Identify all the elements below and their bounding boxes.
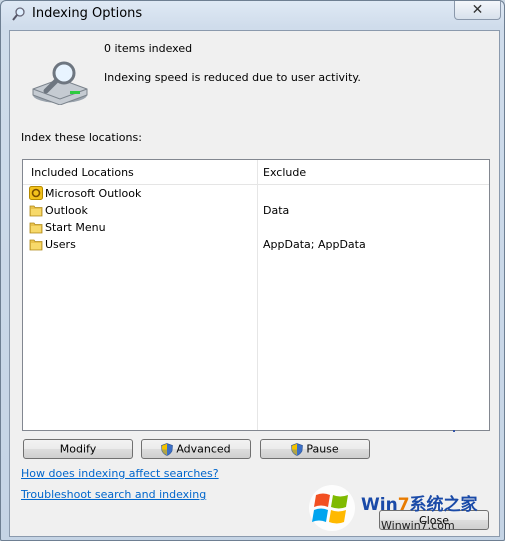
window-title: Indexing Options	[32, 6, 143, 21]
indexing-speed-message: Indexing speed is reduced due to user ac…	[104, 71, 361, 84]
troubleshoot-search-link[interactable]: Troubleshoot search and indexing	[21, 488, 206, 501]
items-indexed-count: 0 items indexed	[104, 42, 193, 55]
modify-label: Modify	[59, 442, 97, 456]
stray-pixel	[453, 430, 455, 432]
indexing-affect-searches-link[interactable]: How does indexing affect searches?	[21, 467, 219, 480]
site-watermark: Win7系统之家 Winwin7.com	[306, 483, 504, 539]
list-item-users[interactable]: Users AppData; AppData	[23, 236, 489, 253]
watermark-win: Win	[361, 495, 398, 515]
pause-label: Pause	[306, 442, 339, 456]
location-name: Start Menu	[45, 221, 106, 234]
outlook-icon	[29, 186, 43, 200]
watermark-brand: Win7系统之家	[361, 490, 478, 515]
list-item-microsoft-outlook[interactable]: Microsoft Outlook	[23, 185, 489, 202]
window-close-button[interactable]: ✕	[454, 1, 501, 20]
location-name: Users	[45, 238, 76, 251]
title-bar: Indexing Options ✕	[1, 1, 504, 27]
watermark-suffix: 系统之家	[409, 495, 478, 515]
advanced-button[interactable]: Advanced	[141, 439, 251, 459]
pause-button[interactable]: Pause	[260, 439, 370, 459]
column-header-included[interactable]: Included Locations	[31, 166, 134, 179]
watermark-seven: 7	[397, 495, 410, 515]
location-name: Outlook	[45, 204, 88, 217]
indexing-drive-icon	[32, 61, 88, 105]
list-item-start-menu[interactable]: Start Menu	[23, 219, 489, 236]
location-exclude: Data	[263, 204, 290, 217]
windows-logo-icon	[309, 485, 355, 531]
list-header: Included Locations Exclude	[23, 160, 489, 185]
search-magnifier-icon	[12, 7, 25, 21]
column-header-exclude[interactable]: Exclude	[263, 166, 306, 179]
indexing-options-window: Indexing Options ✕ 0 items indexed Index…	[0, 0, 505, 541]
location-exclude: AppData; AppData	[263, 238, 366, 251]
uac-shield-icon	[161, 442, 174, 456]
uac-shield-icon	[291, 442, 304, 456]
index-locations-label: Index these locations:	[21, 131, 142, 144]
folder-icon	[29, 239, 43, 251]
folder-icon	[29, 205, 43, 217]
modify-button[interactable]: Modify	[23, 439, 133, 459]
watermark-url: Winwin7.com	[381, 519, 455, 532]
advanced-label: Advanced	[176, 442, 231, 456]
locations-list[interactable]: Included Locations Exclude Microsoft Out…	[22, 159, 490, 432]
location-name: Microsoft Outlook	[45, 187, 142, 200]
list-item-outlook[interactable]: Outlook Data	[23, 202, 489, 219]
dialog-body: 0 items indexed Indexing speed is reduce…	[9, 30, 500, 537]
folder-icon	[29, 222, 43, 234]
